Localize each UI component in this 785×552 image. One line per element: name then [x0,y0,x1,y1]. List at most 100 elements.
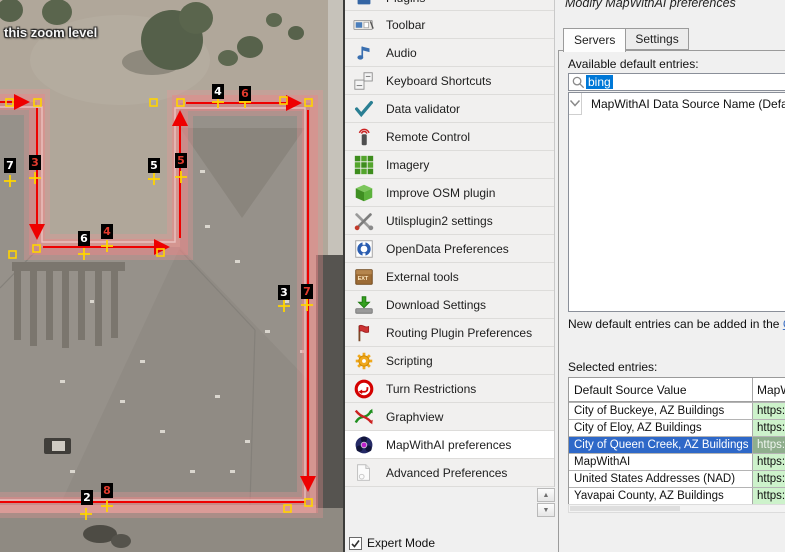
table-row[interactable]: City of Buckeye, AZ Buildings https:/ [569,402,785,419]
selected-entries-table: Default Source Value MapW City of Buckey… [568,377,785,505]
sidebar-item-label: Routing Plugin Preferences [386,325,533,340]
sidebar-item-label: Audio [386,45,417,60]
scroll-up-button[interactable]: ▲ [537,488,555,502]
sidebar-item-label: Download Settings [386,297,487,312]
table-header-row[interactable]: Default Source Value MapW [569,378,785,402]
vertex-label: 8 [101,483,113,498]
sidebar-item-label: Data validator [386,101,461,116]
document-icon [352,461,376,485]
cell-url[interactable]: https:/ [753,471,785,487]
sidebar-item-data-validator[interactable]: Data validator [345,95,554,123]
expert-mode-toggle[interactable]: Expert Mode [349,536,435,550]
cell-url[interactable]: https:/ [753,454,785,470]
sidebar-item-remote-control[interactable]: Remote Control [345,123,554,151]
sidebar-item-label: OpenData Preferences [386,241,509,256]
servers-tab-panel: Available default entries: bing MapWithA… [558,50,785,552]
vertex-label: 2 [81,490,93,505]
sidebar-item-improve-osm[interactable]: Improve OSM plugin [345,179,554,207]
cell-source[interactable]: MapWithAI [569,454,753,470]
audio-icon [352,41,376,65]
table-row-selected[interactable]: City of Queen Creek, AZ Buildings https:… [569,436,785,453]
remote-control-icon [352,125,376,149]
search-value-selected: bing [586,75,613,89]
sidebar-item-scripting[interactable]: Scripting [345,347,554,375]
selected-entries-label: Selected entries: [568,360,658,374]
plugins-icon [352,0,376,10]
sidebar-item-label: Improve OSM plugin [386,185,496,200]
sidebar-item-label: Turn Restrictions [386,381,477,396]
opendata-ring-icon [352,237,376,261]
green-cube-icon [352,181,376,205]
expert-mode-label: Expert Mode [367,536,436,550]
mapwithai-preferences-panel: Modify MapWithAI preferences Servers Set… [557,0,785,552]
available-entries-tree[interactable]: MapWithAI Data Source Name (Default) [568,92,785,312]
search-icon [571,75,586,90]
cell-url[interactable]: https:/ [753,403,785,419]
tree-header-label: MapWithAI Data Source Name (Default) [591,97,785,111]
sidebar-item-toolbar[interactable]: Toolbar [345,11,554,39]
vertex-label: 6 [239,86,251,101]
mapwithai-icon [352,433,376,457]
sidebar-item-label: Utilsplugin2 settings [386,213,493,228]
vertex-label: 3 [278,285,290,300]
sidebar-item-graphview[interactable]: Graphview [345,403,554,431]
sidebar-item-keyboard-shortcuts[interactable]: Keyboard Shortcuts [345,67,554,95]
cell-url[interactable]: https:/ [753,437,785,453]
sidebar-item-advanced[interactable]: Advanced Preferences [345,459,554,487]
sidebar-item-utilsplugin2[interactable]: Utilsplugin2 settings [345,207,554,235]
sidebar-item-turn-restrictions[interactable]: Turn Restrictions [345,375,554,403]
column-header-source[interactable]: Default Source Value [569,378,753,401]
scroll-down-button[interactable]: ▼ [537,503,555,517]
sidebar-item-label: Remote Control [386,129,471,144]
map-canvas[interactable]: this zoom level 4 6 7 3 5 5 6 4 3 7 2 8 [0,0,343,552]
scrollbar-thumb[interactable] [570,506,680,511]
preferences-sidebar: Plugins Toolbar Audio Keyboard Shor [345,0,557,552]
table-row[interactable]: MapWithAI https:/ [569,453,785,470]
tab-settings[interactable]: Settings [625,28,689,50]
vertex-label: 6 [78,231,90,246]
sidebar-item-download-settings[interactable]: Download Settings [345,291,554,319]
sidebar-item-routing[interactable]: Routing Plugin Preferences [345,319,554,347]
sidebar-item-label: Toolbar [386,17,426,32]
table-row[interactable]: City of Eloy, AZ Buildings https:/ [569,419,785,436]
sidebar-item-label: Imagery [386,157,430,172]
cell-url[interactable]: https:/ [753,420,785,436]
cell-source[interactable]: United States Addresses (NAD) [569,471,753,487]
table-row[interactable]: Yavapai County, AZ Buildings https:/ [569,487,785,504]
no-turn-icon [352,377,376,401]
vertex-label: 7 [4,158,16,173]
panel-title: Modify MapWithAI preferences [565,0,736,10]
sidebar-item-label: Keyboard Shortcuts [386,73,492,88]
available-entries-label: Available default entries: [568,57,699,71]
aerial-imagery [0,0,343,552]
vertex-label: 7 [301,284,313,299]
graphview-icon [352,405,376,429]
tree-header-row[interactable]: MapWithAI Data Source Name (Default) [569,93,785,115]
chevron-down-icon[interactable] [569,93,582,115]
toolbar-icon [352,13,376,37]
sidebar-item-mapwithai[interactable]: MapWithAI preferences [345,431,554,459]
sidebar-item-label: Graphview [386,409,444,424]
sidebar-item-opendata[interactable]: OpenData Preferences [345,235,554,263]
sidebar-item-audio[interactable]: Audio [345,39,554,67]
arrow-down-icon: ▼ [542,506,550,514]
vertex-label: 5 [175,153,187,168]
column-header-url[interactable]: MapW [753,378,785,401]
table-row[interactable]: United States Addresses (NAD) https:/ [569,470,785,487]
cell-source[interactable]: City of Buckeye, AZ Buildings [569,403,753,419]
horizontal-scrollbar[interactable] [568,504,785,513]
sidebar-item-plugins[interactable]: Plugins [345,0,554,11]
cell-source[interactable]: Yavapai County, AZ Buildings [569,488,753,504]
svg-text:EXT: EXT [358,276,369,282]
sidebar-item-external-tools[interactable]: EXT External tools [345,263,554,291]
checkbox-checked-icon[interactable] [349,536,362,550]
cell-source[interactable]: City of Queen Creek, AZ Buildings [569,437,753,453]
cell-url[interactable]: https:/ [753,488,785,504]
search-input[interactable]: bing [568,73,785,91]
sidebar-item-label: MapWithAI preferences [386,437,512,452]
tab-servers[interactable]: Servers [563,28,627,52]
cell-source[interactable]: City of Eloy, AZ Buildings [569,420,753,436]
note-text: New default entries can be added in the … [568,317,785,331]
josm-window: this zoom level 4 6 7 3 5 5 6 4 3 7 2 8 … [0,0,785,552]
sidebar-item-imagery[interactable]: Imagery [345,151,554,179]
